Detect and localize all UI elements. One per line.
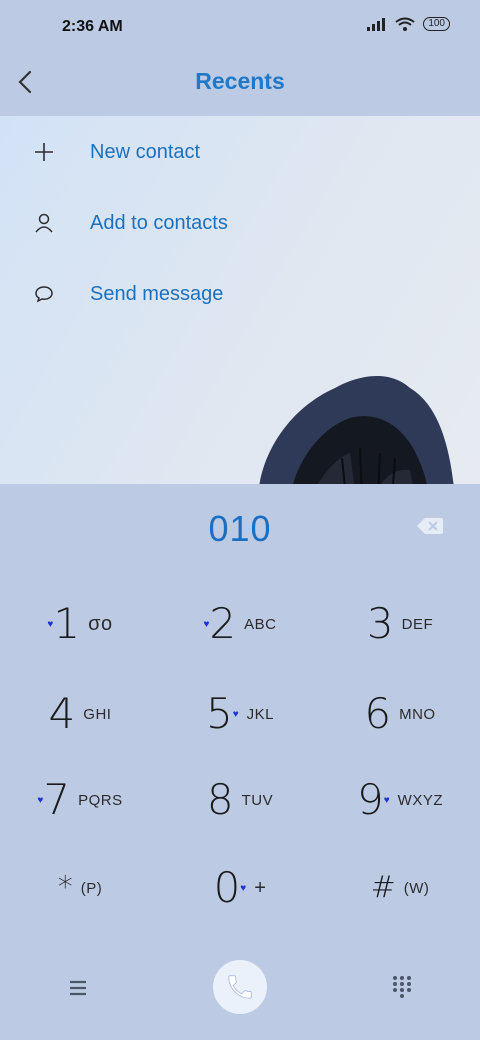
status-time: 2:36 AM bbox=[62, 18, 123, 35]
battery-indicator: 100 bbox=[423, 17, 450, 31]
key-letters: PQRS bbox=[78, 791, 123, 809]
key-digit: 1 bbox=[53, 599, 81, 648]
key-9[interactable]: 9 ♥ WXYZ bbox=[320, 760, 480, 840]
key-star[interactable]: * (P) bbox=[0, 848, 160, 928]
key-7[interactable]: ♥ 7 PQRS bbox=[0, 760, 160, 840]
backspace-button[interactable] bbox=[416, 516, 444, 536]
key-digit: 3 bbox=[366, 599, 394, 648]
hamburger-menu-icon bbox=[70, 980, 86, 996]
heart-icon: ♥ bbox=[383, 794, 390, 806]
dialed-number[interactable]: 010 bbox=[0, 508, 480, 550]
plus-icon bbox=[30, 138, 58, 166]
send-message-action[interactable]: Send message bbox=[0, 264, 480, 324]
dialpad-toggle-button[interactable] bbox=[390, 974, 414, 998]
send-message-label: Send message bbox=[90, 282, 224, 305]
page-title: Recents bbox=[195, 68, 285, 94]
heart-icon: ♥ bbox=[240, 882, 247, 894]
key-digit: 2 bbox=[209, 599, 237, 648]
call-button[interactable] bbox=[213, 960, 267, 1014]
key-5[interactable]: 5 ♥ JKL bbox=[160, 674, 320, 754]
key-8[interactable]: 8 TUV bbox=[160, 760, 320, 840]
key-2[interactable]: ♥ 2 ABC bbox=[160, 584, 320, 664]
key-letters: DEF bbox=[401, 615, 434, 633]
header: Recents bbox=[0, 56, 480, 116]
key-letters: MNO bbox=[399, 705, 436, 723]
status-bar: 2:36 AM 100 bbox=[0, 0, 480, 56]
key-digit: * bbox=[57, 870, 73, 905]
key-digit: 6 bbox=[364, 689, 392, 738]
menu-button[interactable] bbox=[64, 974, 92, 1002]
dialpad-grid-icon bbox=[393, 976, 411, 998]
key-1[interactable]: ♥ 1 σo bbox=[0, 584, 160, 664]
new-contact-label: New contact bbox=[90, 140, 201, 163]
status-icons: 100 bbox=[367, 17, 450, 31]
key-3[interactable]: 3 DEF bbox=[320, 584, 480, 664]
key-digit: 5 bbox=[205, 689, 233, 738]
key-digit: 8 bbox=[206, 775, 234, 824]
key-0[interactable]: 0 ♥ + bbox=[160, 848, 320, 928]
chat-bubble-icon bbox=[30, 280, 58, 308]
bottom-bar bbox=[0, 958, 480, 1028]
signal-icon bbox=[367, 18, 386, 31]
phone-icon bbox=[228, 975, 252, 999]
add-to-contacts-action[interactable]: Add to contacts bbox=[0, 193, 480, 253]
key-letters: (P) bbox=[80, 879, 103, 897]
key-letters: GHI bbox=[83, 705, 112, 723]
dialpad: 010 ♥ 1 σo ♥ 2 ABC 3 DEF 4 GHI 5 ♥ JKL 6… bbox=[0, 484, 480, 1040]
key-letters: JKL bbox=[246, 705, 275, 723]
wallpaper-illustration bbox=[259, 376, 454, 484]
key-digit: 7 bbox=[43, 775, 71, 824]
voicemail-glyph: σo bbox=[88, 612, 113, 635]
add-to-contacts-label: Add to contacts bbox=[90, 211, 228, 234]
key-digit: 4 bbox=[48, 689, 76, 738]
key-4[interactable]: 4 GHI bbox=[0, 674, 160, 754]
key-letters: (W) bbox=[403, 879, 430, 897]
key-digit: 9 bbox=[356, 775, 384, 824]
person-icon bbox=[30, 209, 58, 237]
backspace-icon bbox=[417, 518, 443, 534]
key-letters: + bbox=[254, 876, 267, 899]
key-letters: WXYZ bbox=[397, 791, 443, 809]
key-hash[interactable]: # (W) bbox=[320, 848, 480, 928]
key-letters: ABC bbox=[244, 615, 277, 633]
key-digit: 0 bbox=[213, 863, 241, 912]
key-6[interactable]: 6 MNO bbox=[320, 674, 480, 754]
key-digit: # bbox=[370, 870, 396, 905]
key-letters: TUV bbox=[241, 791, 274, 809]
new-contact-action[interactable]: New contact bbox=[0, 122, 480, 182]
wifi-icon bbox=[395, 17, 415, 31]
heart-icon: ♥ bbox=[232, 708, 239, 720]
actions-panel: New contact Add to contacts Send message bbox=[0, 116, 480, 484]
